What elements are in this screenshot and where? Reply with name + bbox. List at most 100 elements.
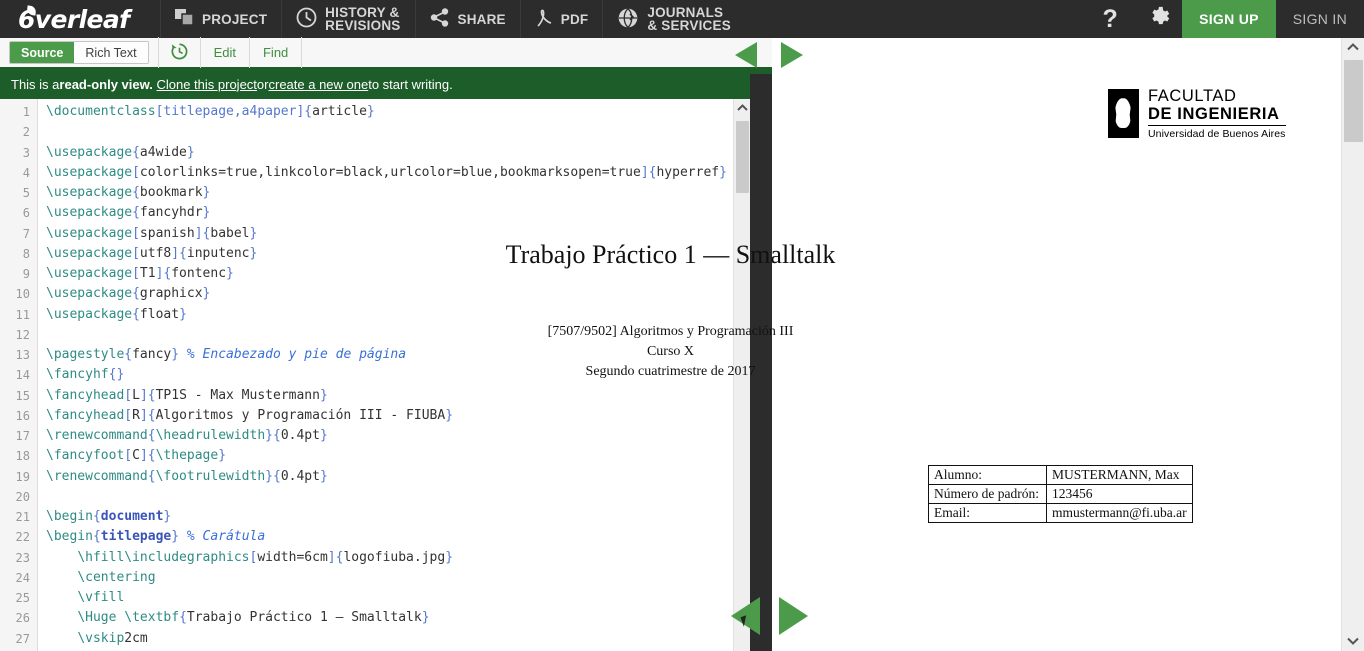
code-token: 2cm: [124, 630, 148, 646]
code-line[interactable]: \usepackage{bookmark}: [46, 183, 772, 203]
tab-rich-text[interactable]: Rich Text: [74, 42, 148, 63]
code-token: \usepackage: [46, 306, 133, 322]
code-token: \fancyfoot: [46, 448, 125, 464]
code-token: [: [124, 387, 133, 403]
nav-item-pdf[interactable]: PDF: [519, 0, 603, 38]
code-token: {: [132, 185, 140, 200]
code-line[interactable]: [46, 122, 772, 142]
pdf-scrollbar[interactable]: [1341, 38, 1364, 651]
code-line[interactable]: \usepackage{a4wide}: [46, 143, 772, 163]
line-number: 3: [22, 145, 30, 160]
code-line[interactable]: \vfill: [46, 588, 772, 608]
code-token: \renewcommand: [46, 428, 148, 443]
code-line[interactable]: [46, 487, 772, 507]
code-token: \Huge \textbf: [77, 610, 180, 626]
code-line[interactable]: \fancyhead[L]{TP1S - Max Mustermann}: [46, 386, 772, 406]
code-token: logofiuba.jpg: [343, 549, 446, 565]
code-token: }: [202, 286, 211, 302]
collapse-editor-arrow-top[interactable]: [735, 42, 757, 68]
clone-project-link[interactable]: Clone this project: [156, 77, 256, 92]
scroll-up-button[interactable]: [734, 99, 750, 116]
view-mode-toggle: Source Rich Text: [9, 41, 149, 64]
expand-pdf-arrow-bottom[interactable]: [779, 597, 808, 635]
question-mark-icon: ?: [1102, 4, 1118, 33]
table-cell-value: 123456: [1046, 484, 1193, 504]
code-token: document: [100, 509, 164, 524]
code-line[interactable]: \renewcommand{\footrulewidth}{0.4pt}: [46, 467, 772, 487]
code-token: bookmark: [139, 185, 203, 200]
globe-icon: [617, 7, 639, 32]
code-line[interactable]: \documentclass[titlepage,a4paper]{articl…: [46, 102, 772, 122]
code-token: \documentclass: [46, 104, 156, 119]
line-number: 25: [15, 591, 30, 605]
code-token: }: [202, 185, 211, 200]
tab-source[interactable]: Source: [10, 42, 75, 63]
share-icon: [430, 8, 450, 30]
pdf-subtitle-block: [7507/9502] Algoritmos y Programación II…: [0, 322, 1341, 382]
line-number: 15: [15, 388, 30, 403]
nav-item-journals[interactable]: JOURNALS & SERVICES: [602, 0, 745, 38]
edit-button[interactable]: Edit: [201, 37, 250, 68]
code-line[interactable]: \begin{document}: [46, 507, 772, 527]
code-token: a4wide: [139, 144, 187, 160]
sign-up-button[interactable]: SIGN UP: [1182, 0, 1276, 38]
code-token: ]{: [327, 549, 344, 565]
code-token: \vskip: [77, 630, 125, 646]
nav-item-history[interactable]: HISTORY & REVISIONS: [281, 0, 414, 38]
banner-suffix: to start writing.: [368, 76, 453, 92]
overleaf-logo[interactable]: 6verleaf: [0, 0, 160, 38]
pdf-icon: [535, 8, 553, 31]
code-token: }: [366, 104, 375, 119]
pdf-scroll-down-button[interactable]: [1342, 632, 1364, 649]
sign-in-button[interactable]: SIGN IN: [1276, 0, 1364, 38]
nav-item-share[interactable]: SHARE: [414, 0, 520, 38]
code-token: \begin: [46, 529, 93, 545]
code-token: }: [719, 164, 727, 180]
create-new-project-link[interactable]: create a new one: [268, 77, 368, 92]
nav-label-project: PROJECT: [202, 11, 268, 27]
code-line[interactable]: \usepackage{graphicx}: [46, 284, 772, 304]
code-token: ]{: [194, 225, 211, 241]
code-token: }: [179, 306, 187, 322]
find-button[interactable]: Find: [250, 37, 303, 68]
code-token: {: [147, 468, 156, 484]
code-line[interactable]: \renewcommand{\headrulewidth}{0.4pt}: [46, 426, 772, 446]
code-token: ]{: [139, 448, 156, 464]
code-line[interactable]: \centering: [46, 568, 772, 588]
code-token: [: [124, 448, 133, 464]
student-info-table: Alumno: MUSTERMANN, Max Número de padrón: 1…: [928, 465, 1193, 523]
pdf-scroll-up-button[interactable]: [1342, 38, 1364, 55]
code-token: }: [445, 407, 454, 423]
banner-mid: or: [256, 76, 269, 92]
code-line[interactable]: \hfill\includegraphics[width=6cm]{logofi…: [46, 548, 772, 568]
code-token: [: [124, 407, 133, 423]
expand-pdf-arrow-top[interactable]: [781, 42, 803, 68]
code-token: }: [445, 549, 454, 565]
code-token: {: [132, 286, 140, 302]
code-line[interactable]: \Huge \textbf{Trabajo Práctico 1 — Small…: [46, 608, 772, 628]
nav-item-project[interactable]: PROJECT: [160, 0, 281, 38]
code-token: }{: [265, 428, 281, 443]
pdf-scroll-thumb[interactable]: [1344, 60, 1363, 142]
code-token: float: [139, 306, 180, 322]
code-token: {: [304, 104, 313, 119]
history-button[interactable]: [159, 37, 201, 68]
code-line[interactable]: \begin{titlepage} % Carátula: [46, 527, 772, 547]
help-button[interactable]: ?: [1086, 0, 1134, 38]
code-line[interactable]: \usepackage{fancyhdr}: [46, 203, 772, 223]
code-token: \thepage: [155, 448, 219, 464]
code-token: [: [132, 225, 140, 241]
settings-button[interactable]: [1134, 0, 1182, 38]
code-token: {: [92, 509, 101, 524]
code-line[interactable]: \vskip2cm: [46, 629, 772, 649]
editor-toolbar: Source Rich Text Edit Find: [0, 37, 772, 69]
code-line[interactable]: \usepackage[colorlinks=true,linkcolor=bl…: [46, 163, 772, 183]
code-token: }: [319, 428, 328, 443]
code-line[interactable]: \fancyfoot[C]{\thepage}: [46, 446, 772, 466]
pdf-document-title: Trabajo Práctico 1 — Smalltalk: [505, 240, 836, 269]
code-token: {: [92, 529, 101, 545]
code-line[interactable]: \fancyhead[R]{Algoritmos y Programación …: [46, 406, 772, 426]
line-number: 19: [15, 469, 30, 484]
editor-scroll-thumb[interactable]: [736, 121, 749, 193]
